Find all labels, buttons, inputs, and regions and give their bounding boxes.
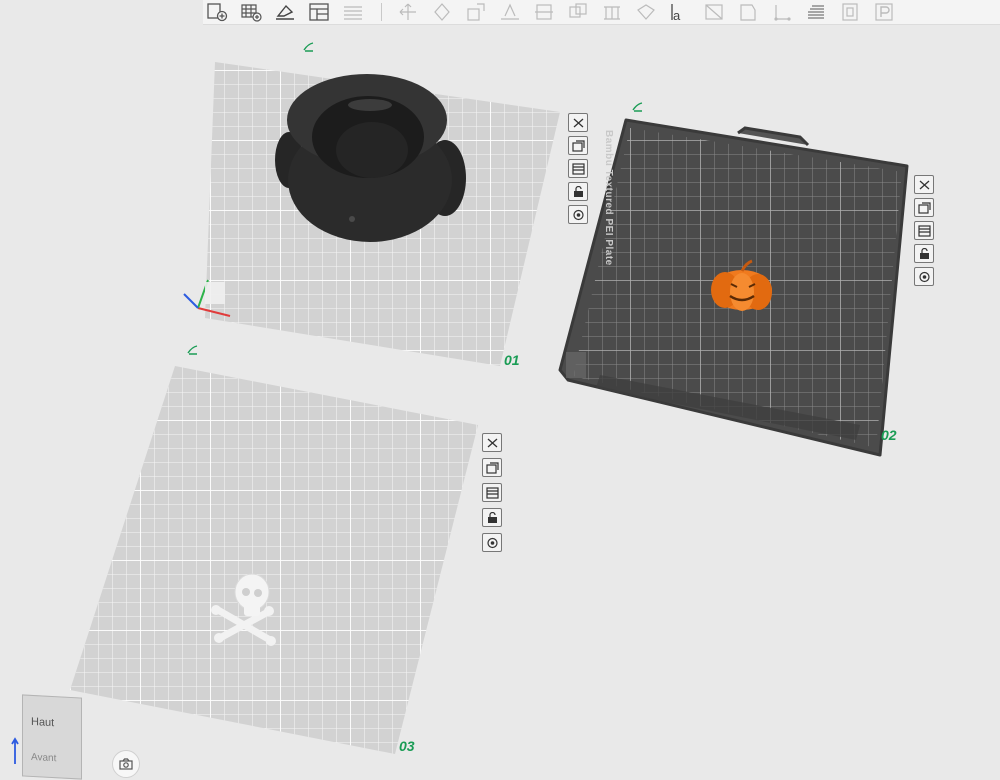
plate-settings-gear-button[interactable] [568, 205, 588, 224]
plate-02-side-toolbar [914, 175, 934, 286]
close-icon [919, 180, 929, 189]
plate-settings-gear-button[interactable] [914, 267, 934, 286]
move-icon [399, 3, 416, 20]
measure-icon [705, 4, 723, 20]
view-cube-front-face[interactable]: Avant [31, 752, 56, 764]
plate-03-side-toolbar [482, 433, 502, 552]
plate-02-bed-label: Bambu Textured PEI Plate [603, 130, 614, 266]
seam-paint-button[interactable] [632, 0, 660, 24]
scale-button[interactable] [462, 0, 490, 24]
object-list-icon [842, 3, 858, 21]
edit-plate-02-icon[interactable] [632, 102, 644, 112]
orient-plate-button[interactable] [568, 159, 588, 178]
remove-plate-button[interactable] [914, 175, 934, 194]
grid-plus-icon [241, 4, 262, 22]
add-plate-icon [207, 3, 228, 22]
remove-plate-button[interactable] [568, 113, 588, 132]
add-plate-button[interactable] [203, 0, 231, 24]
pumpkin-model[interactable] [711, 259, 772, 311]
mesh-boolean-button[interactable] [564, 0, 592, 24]
variable-layer-button[interactable] [768, 0, 796, 24]
orient-button[interactable] [271, 0, 299, 24]
plate-03-number: 03 [399, 738, 415, 754]
settings-gear-icon [486, 537, 498, 548]
orient-icon [276, 4, 294, 20]
top-toolbar: a [203, 0, 1000, 25]
text-tool-label: a [673, 8, 681, 23]
support-paint-button[interactable] [598, 0, 626, 24]
lock-plate-button[interactable] [568, 182, 588, 201]
rotate-button[interactable] [428, 0, 456, 24]
plate-01-bed [183, 62, 560, 366]
view-cube-top-face[interactable]: Haut [31, 716, 54, 729]
assembly-button[interactable] [734, 0, 762, 24]
view-axis-indicator [11, 737, 19, 764]
plate-03-bed [70, 366, 478, 754]
scale-icon [467, 3, 485, 21]
cauldron-model[interactable] [275, 74, 466, 242]
xyz-axes [183, 279, 231, 317]
orient-plate-button[interactable] [482, 483, 502, 502]
orient-plate-button[interactable] [914, 221, 934, 240]
cut-icon [535, 4, 553, 20]
settings-gear-icon [918, 271, 930, 282]
skull-and-crossbones-model[interactable] [211, 573, 276, 646]
orient-plate-icon [571, 162, 585, 175]
plate-01-number: 01 [504, 352, 520, 368]
arrange-button[interactable] [305, 0, 333, 24]
slice-preview-button[interactable] [802, 0, 830, 24]
plate-settings-icon [875, 3, 893, 21]
lock-plate-button[interactable] [914, 244, 934, 263]
plate-01[interactable]: 01 [0, 0, 1000, 767]
remove-plate-button[interactable] [482, 433, 502, 452]
move-button[interactable] [394, 0, 422, 24]
measure-button[interactable] [700, 0, 728, 24]
assembly-icon [740, 4, 756, 21]
boolean-icon [569, 3, 587, 18]
plate-02-number: 02 [881, 427, 897, 443]
variable-layer-icon [774, 5, 791, 21]
split-objects-button[interactable] [339, 0, 367, 24]
plate-02-bed [558, 118, 909, 457]
lay-on-face-button[interactable] [496, 0, 524, 24]
edit-plate-03-icon[interactable] [187, 345, 199, 355]
arrange-plate-button[interactable] [482, 458, 502, 477]
plate-settings-button[interactable] [870, 0, 898, 24]
close-icon [487, 438, 497, 447]
orient-plate-icon [917, 224, 931, 237]
close-icon [573, 118, 583, 127]
camera-view-button[interactable] [112, 750, 140, 778]
lock-icon [919, 247, 929, 259]
settings-gear-icon [572, 209, 584, 220]
cut-button[interactable] [530, 0, 558, 24]
lock-icon [573, 185, 583, 197]
plate-01-side-toolbar [568, 113, 588, 224]
support-icon [604, 6, 620, 20]
toolbar-divider [381, 3, 382, 21]
edit-plate-01-icon[interactable] [303, 42, 315, 52]
slice-icon [808, 5, 824, 19]
arrange-icon [485, 461, 499, 474]
object-list-button[interactable] [836, 0, 864, 24]
plate-03[interactable]: 03 [0, 0, 1000, 767]
arrange-icon [917, 201, 931, 214]
auto-arrange-grid-button[interactable] [237, 0, 265, 24]
arrange-plate-button[interactable] [914, 198, 934, 217]
lock-icon [487, 511, 497, 523]
lay-face-icon [501, 3, 519, 20]
seam-icon [637, 4, 655, 20]
orient-plate-icon [485, 486, 499, 499]
layers-icon [344, 6, 362, 20]
text-button[interactable]: a [666, 0, 694, 24]
lock-plate-button[interactable] [482, 508, 502, 527]
rotate-icon [434, 3, 450, 21]
camera-icon [119, 758, 133, 770]
plate-settings-gear-button[interactable] [482, 533, 502, 552]
arrange-plate-button[interactable] [568, 136, 588, 155]
layout-icon [309, 3, 329, 21]
plate-02[interactable]: Bambu Textured PEI Plate 02 [0, 0, 1000, 767]
arrange-icon [571, 139, 585, 152]
